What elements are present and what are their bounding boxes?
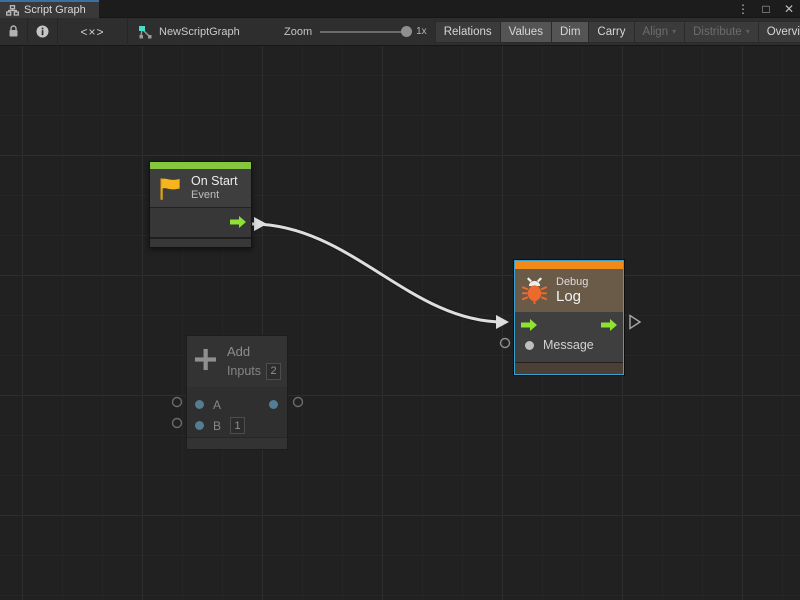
inputs-count-field[interactable]: 2 (266, 363, 281, 380)
node-footer (187, 437, 287, 449)
inputs-count-row: Inputs 2 (227, 363, 281, 380)
add-output-port-circle[interactable] (294, 398, 303, 407)
dim-toggle[interactable]: Dim (552, 21, 589, 43)
graph-reference[interactable]: NewScriptGraph (138, 25, 256, 39)
tab-title: Script Graph (24, 4, 86, 16)
script-graph-asset-icon (138, 25, 153, 39)
node-header[interactable]: Debug Log (515, 269, 623, 312)
flag-icon (156, 175, 183, 202)
window-menu-icon[interactable]: ⋮ (736, 0, 750, 18)
code-icon: <×> (80, 25, 104, 39)
node-accent-bar (150, 162, 251, 169)
values-toggle[interactable]: Values (501, 21, 552, 43)
node-accent-bar (515, 261, 623, 269)
add-input-a-port-circle[interactable] (173, 398, 182, 407)
info-button[interactable] (28, 18, 58, 46)
node-add[interactable]: Add Inputs 2 A B 1 (186, 335, 288, 450)
log-message-port-circle[interactable] (501, 339, 510, 348)
zoom-label: Zoom (284, 26, 312, 38)
output-port-sum[interactable] (269, 400, 278, 409)
tab-strip: Script Graph ⋮ □ ✕ (0, 0, 800, 18)
exec-output-port[interactable] (601, 319, 617, 331)
node-header[interactable]: Add Inputs 2 (187, 336, 287, 387)
node-on-start[interactable]: On Start Event (149, 161, 252, 248)
port-b-label: B (213, 419, 221, 433)
lock-icon (8, 25, 19, 38)
code-preview-button[interactable]: <×> (58, 18, 128, 46)
node-body: Message (515, 312, 623, 362)
maximize-icon[interactable]: □ (759, 0, 773, 18)
graph-hierarchy-icon (6, 5, 19, 16)
distribute-dropdown[interactable]: Distribute ▾ (685, 21, 759, 43)
chevron-down-icon: ▾ (746, 27, 750, 36)
wire-shadow (252, 224, 503, 322)
wire-onstart-to-log[interactable] (252, 224, 503, 322)
node-debug-log[interactable]: Debug Log Message (514, 260, 624, 375)
carry-toggle[interactable]: Carry (589, 21, 634, 43)
wire-source-arrowhead-icon (254, 217, 267, 231)
node-subtitle: Event (191, 189, 238, 202)
log-exit-port-triangle[interactable] (630, 316, 640, 329)
close-icon[interactable]: ✕ (782, 0, 796, 18)
connections-overlay (0, 46, 800, 600)
message-port-label: Message (543, 338, 594, 352)
script-graph-window: Script Graph ⋮ □ ✕ <×> (0, 0, 800, 600)
node-header[interactable]: On Start Event (150, 169, 251, 208)
overview-button[interactable]: Overview (759, 21, 800, 43)
toolbar-toggle-group: Relations Values Dim Carry Align ▾ Distr… (435, 18, 800, 46)
lock-button[interactable] (0, 18, 28, 46)
graph-canvas[interactable]: On Start Event (0, 46, 800, 600)
chevron-down-icon: ▾ (672, 27, 676, 36)
node-footer (515, 362, 623, 374)
graph-toolbar: <×> NewScriptGraph Zoom 1x Relations Val… (0, 18, 800, 46)
wire-target-arrowhead-icon (496, 315, 509, 329)
relations-toggle[interactable]: Relations (435, 21, 501, 43)
zoom-slider-handle[interactable] (401, 26, 412, 37)
node-body (150, 208, 251, 237)
node-title: Add (227, 345, 281, 360)
input-port-a[interactable] (195, 400, 204, 409)
node-body: A B 1 (187, 387, 287, 437)
message-port-row: Message (515, 334, 623, 356)
exec-input-port[interactable] (521, 319, 537, 331)
align-dropdown[interactable]: Align ▾ (635, 21, 686, 43)
port-b-value-field[interactable]: 1 (230, 417, 245, 434)
node-category: Debug (556, 276, 588, 289)
message-value-port[interactable] (525, 341, 534, 350)
zoom-slider[interactable] (320, 18, 412, 46)
zoom-value: 1x (416, 26, 427, 37)
zoom-slider-track[interactable] (320, 31, 402, 33)
node-footer (150, 237, 251, 247)
info-icon (36, 25, 49, 38)
bug-icon (521, 277, 548, 305)
graph-name: NewScriptGraph (159, 26, 240, 38)
input-port-b[interactable] (195, 421, 204, 430)
port-a-label: A (213, 398, 221, 412)
port-row-b: B 1 (187, 415, 287, 436)
plus-icon (193, 345, 218, 374)
node-title: On Start (191, 174, 238, 188)
tab-script-graph[interactable]: Script Graph (0, 0, 99, 18)
window-controls: ⋮ □ ✕ (736, 0, 796, 18)
add-input-b-port-circle[interactable] (173, 419, 182, 428)
node-subtitle: Inputs (227, 364, 261, 378)
exec-port-row (515, 316, 623, 334)
exec-output-port[interactable] (230, 216, 246, 228)
port-row-a: A (187, 394, 287, 415)
node-title: Log (556, 288, 588, 305)
